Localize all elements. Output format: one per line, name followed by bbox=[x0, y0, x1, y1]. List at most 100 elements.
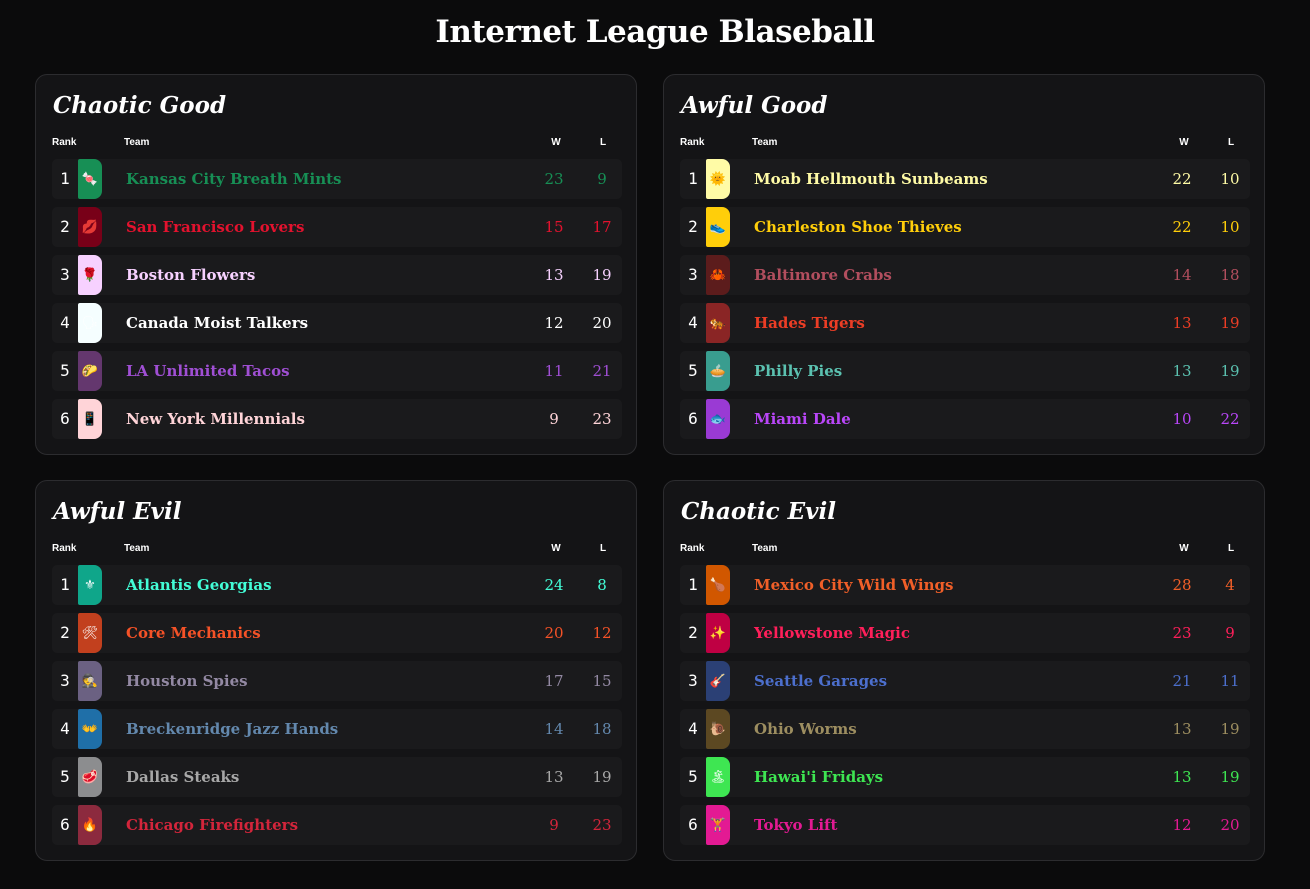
team-name[interactable]: Kansas City Breath Mints bbox=[126, 159, 341, 199]
team-rank: 6 bbox=[688, 815, 698, 834]
team-name[interactable]: Tokyo Lift bbox=[754, 805, 837, 845]
team-row[interactable]: 1 🍬 Kansas City Breath Mints 23 9 bbox=[52, 159, 622, 199]
column-header-losses: L bbox=[1227, 543, 1235, 554]
team-name[interactable]: Atlantis Georgias bbox=[126, 565, 272, 605]
column-header-wins: W bbox=[1179, 543, 1189, 554]
team-losses: 22 bbox=[1220, 410, 1240, 428]
team-name[interactable]: Baltimore Crabs bbox=[754, 255, 892, 295]
team-emoji-icon: 🐅 bbox=[706, 303, 730, 343]
team-losses: 11 bbox=[1220, 672, 1240, 690]
column-header-team: Team bbox=[124, 137, 150, 148]
team-row[interactable]: 5 🌮 LA Unlimited Tacos 11 21 bbox=[52, 351, 622, 391]
column-header-wins: W bbox=[551, 543, 561, 554]
team-name[interactable]: Core Mechanics bbox=[126, 613, 261, 653]
team-rank: 5 bbox=[688, 767, 698, 786]
team-name[interactable]: San Francisco Lovers bbox=[126, 207, 304, 247]
team-name[interactable]: Ohio Worms bbox=[754, 709, 857, 749]
team-wins: 13 bbox=[1172, 362, 1192, 380]
team-row[interactable]: 3 🌹 Boston Flowers 13 19 bbox=[52, 255, 622, 295]
team-emoji-icon: ⚜ bbox=[78, 565, 102, 605]
team-row[interactable]: 4 👐 Breckenridge Jazz Hands 14 18 bbox=[52, 709, 622, 749]
team-row[interactable]: 6 🏋 Tokyo Lift 12 20 bbox=[680, 805, 1250, 845]
team-row[interactable]: 4 🐌 Ohio Worms 13 19 bbox=[680, 709, 1250, 749]
team-name[interactable]: Breckenridge Jazz Hands bbox=[126, 709, 338, 749]
team-name[interactable]: Miami Dale bbox=[754, 399, 851, 439]
team-rank: 6 bbox=[60, 409, 70, 428]
team-losses: 20 bbox=[1220, 816, 1240, 834]
team-row[interactable]: 2 🛠 Core Mechanics 20 12 bbox=[52, 613, 622, 653]
team-row[interactable]: 6 🐟 Miami Dale 10 22 bbox=[680, 399, 1250, 439]
team-row[interactable]: 2 💋 San Francisco Lovers 15 17 bbox=[52, 207, 622, 247]
team-row[interactable]: 3 🦀 Baltimore Crabs 14 18 bbox=[680, 255, 1250, 295]
team-emoji-icon: 🐟 bbox=[706, 399, 730, 439]
column-header-rank: Rank bbox=[52, 137, 77, 148]
team-losses: 21 bbox=[592, 362, 612, 380]
team-name[interactable]: Canada Moist Talkers bbox=[126, 303, 308, 343]
division-card: Chaotic Evil Rank Team W L 1 🍗 Mexico City Wild… bbox=[663, 480, 1265, 861]
standings-list: 1 🍬 Kansas City Breath Mints 23 9 2 💋 San Franc… bbox=[52, 159, 622, 447]
team-name[interactable]: Dallas Steaks bbox=[126, 757, 239, 797]
team-row[interactable]: 4 🐅 Hades Tigers 13 19 bbox=[680, 303, 1250, 343]
team-wins: 24 bbox=[544, 576, 564, 594]
team-rank: 6 bbox=[688, 409, 698, 428]
standings-list: 1 ⚜ Atlantis Georgias 24 8 2 🛠 Core Mechanics 20… bbox=[52, 565, 622, 853]
team-emoji-icon: 🗣 bbox=[78, 303, 102, 343]
team-name[interactable]: Houston Spies bbox=[126, 661, 248, 701]
team-row[interactable]: 5 🥩 Dallas Steaks 13 19 bbox=[52, 757, 622, 797]
team-wins: 23 bbox=[544, 170, 564, 188]
team-losses: 19 bbox=[1220, 768, 1240, 786]
team-wins: 13 bbox=[1172, 720, 1192, 738]
column-header-rank: Rank bbox=[52, 543, 77, 554]
team-name[interactable]: Seattle Garages bbox=[754, 661, 887, 701]
team-name[interactable]: Hades Tigers bbox=[754, 303, 865, 343]
team-losses: 17 bbox=[592, 218, 612, 236]
team-emoji-icon: 🕵 bbox=[78, 661, 102, 701]
team-row[interactable]: 3 🕵 Houston Spies 17 15 bbox=[52, 661, 622, 701]
column-header-team: Team bbox=[752, 137, 778, 148]
team-emoji-icon: 🦀 bbox=[706, 255, 730, 295]
team-wins: 9 bbox=[549, 816, 559, 834]
team-rank: 4 bbox=[60, 313, 70, 332]
team-losses: 19 bbox=[1220, 314, 1240, 332]
team-rank: 4 bbox=[60, 719, 70, 738]
team-emoji-icon: 🎸 bbox=[706, 661, 730, 701]
team-name[interactable]: Yellowstone Magic bbox=[754, 613, 910, 653]
team-row[interactable]: 1 🌞 Moab Hellmouth Sunbeams 22 10 bbox=[680, 159, 1250, 199]
team-name[interactable]: Hawai'i Fridays bbox=[754, 757, 883, 797]
team-rank: 3 bbox=[60, 671, 70, 690]
team-row[interactable]: 6 📱 New York Millennials 9 23 bbox=[52, 399, 622, 439]
team-row[interactable]: 2 ✨ Yellowstone Magic 23 9 bbox=[680, 613, 1250, 653]
team-rank: 2 bbox=[60, 623, 70, 642]
team-wins: 20 bbox=[544, 624, 564, 642]
division-card: Chaotic Good Rank Team W L 1 🍬 Kansas City Brea… bbox=[35, 74, 637, 455]
team-name[interactable]: Charleston Shoe Thieves bbox=[754, 207, 962, 247]
team-rank: 6 bbox=[60, 815, 70, 834]
team-emoji-icon: 👟 bbox=[706, 207, 730, 247]
team-losses: 23 bbox=[592, 410, 612, 428]
team-row[interactable]: 6 🔥 Chicago Firefighters 9 23 bbox=[52, 805, 622, 845]
team-emoji-icon: 🐌 bbox=[706, 709, 730, 749]
team-emoji-icon: 🌞 bbox=[706, 159, 730, 199]
team-name[interactable]: Moab Hellmouth Sunbeams bbox=[754, 159, 988, 199]
team-row[interactable]: 4 🗣 Canada Moist Talkers 12 20 bbox=[52, 303, 622, 343]
team-name[interactable]: New York Millennials bbox=[126, 399, 305, 439]
team-row[interactable]: 5 🥧 Philly Pies 13 19 bbox=[680, 351, 1250, 391]
team-name[interactable]: Philly Pies bbox=[754, 351, 842, 391]
team-row[interactable]: 2 👟 Charleston Shoe Thieves 22 10 bbox=[680, 207, 1250, 247]
team-rank: 1 bbox=[60, 169, 70, 188]
team-name[interactable]: Mexico City Wild Wings bbox=[754, 565, 953, 605]
team-row[interactable]: 1 ⚜ Atlantis Georgias 24 8 bbox=[52, 565, 622, 605]
team-name[interactable]: Chicago Firefighters bbox=[126, 805, 298, 845]
team-wins: 14 bbox=[544, 720, 564, 738]
team-rank: 4 bbox=[688, 719, 698, 738]
division-title: Chaotic Good bbox=[53, 92, 227, 119]
team-name[interactable]: Boston Flowers bbox=[126, 255, 255, 295]
team-rank: 2 bbox=[688, 217, 698, 236]
team-row[interactable]: 1 🍗 Mexico City Wild Wings 28 4 bbox=[680, 565, 1250, 605]
team-name[interactable]: LA Unlimited Tacos bbox=[126, 351, 290, 391]
team-losses: 20 bbox=[592, 314, 612, 332]
team-row[interactable]: 5 🏝 Hawai'i Fridays 13 19 bbox=[680, 757, 1250, 797]
team-row[interactable]: 3 🎸 Seattle Garages 21 11 bbox=[680, 661, 1250, 701]
column-header-losses: L bbox=[599, 543, 607, 554]
team-wins: 13 bbox=[1172, 768, 1192, 786]
